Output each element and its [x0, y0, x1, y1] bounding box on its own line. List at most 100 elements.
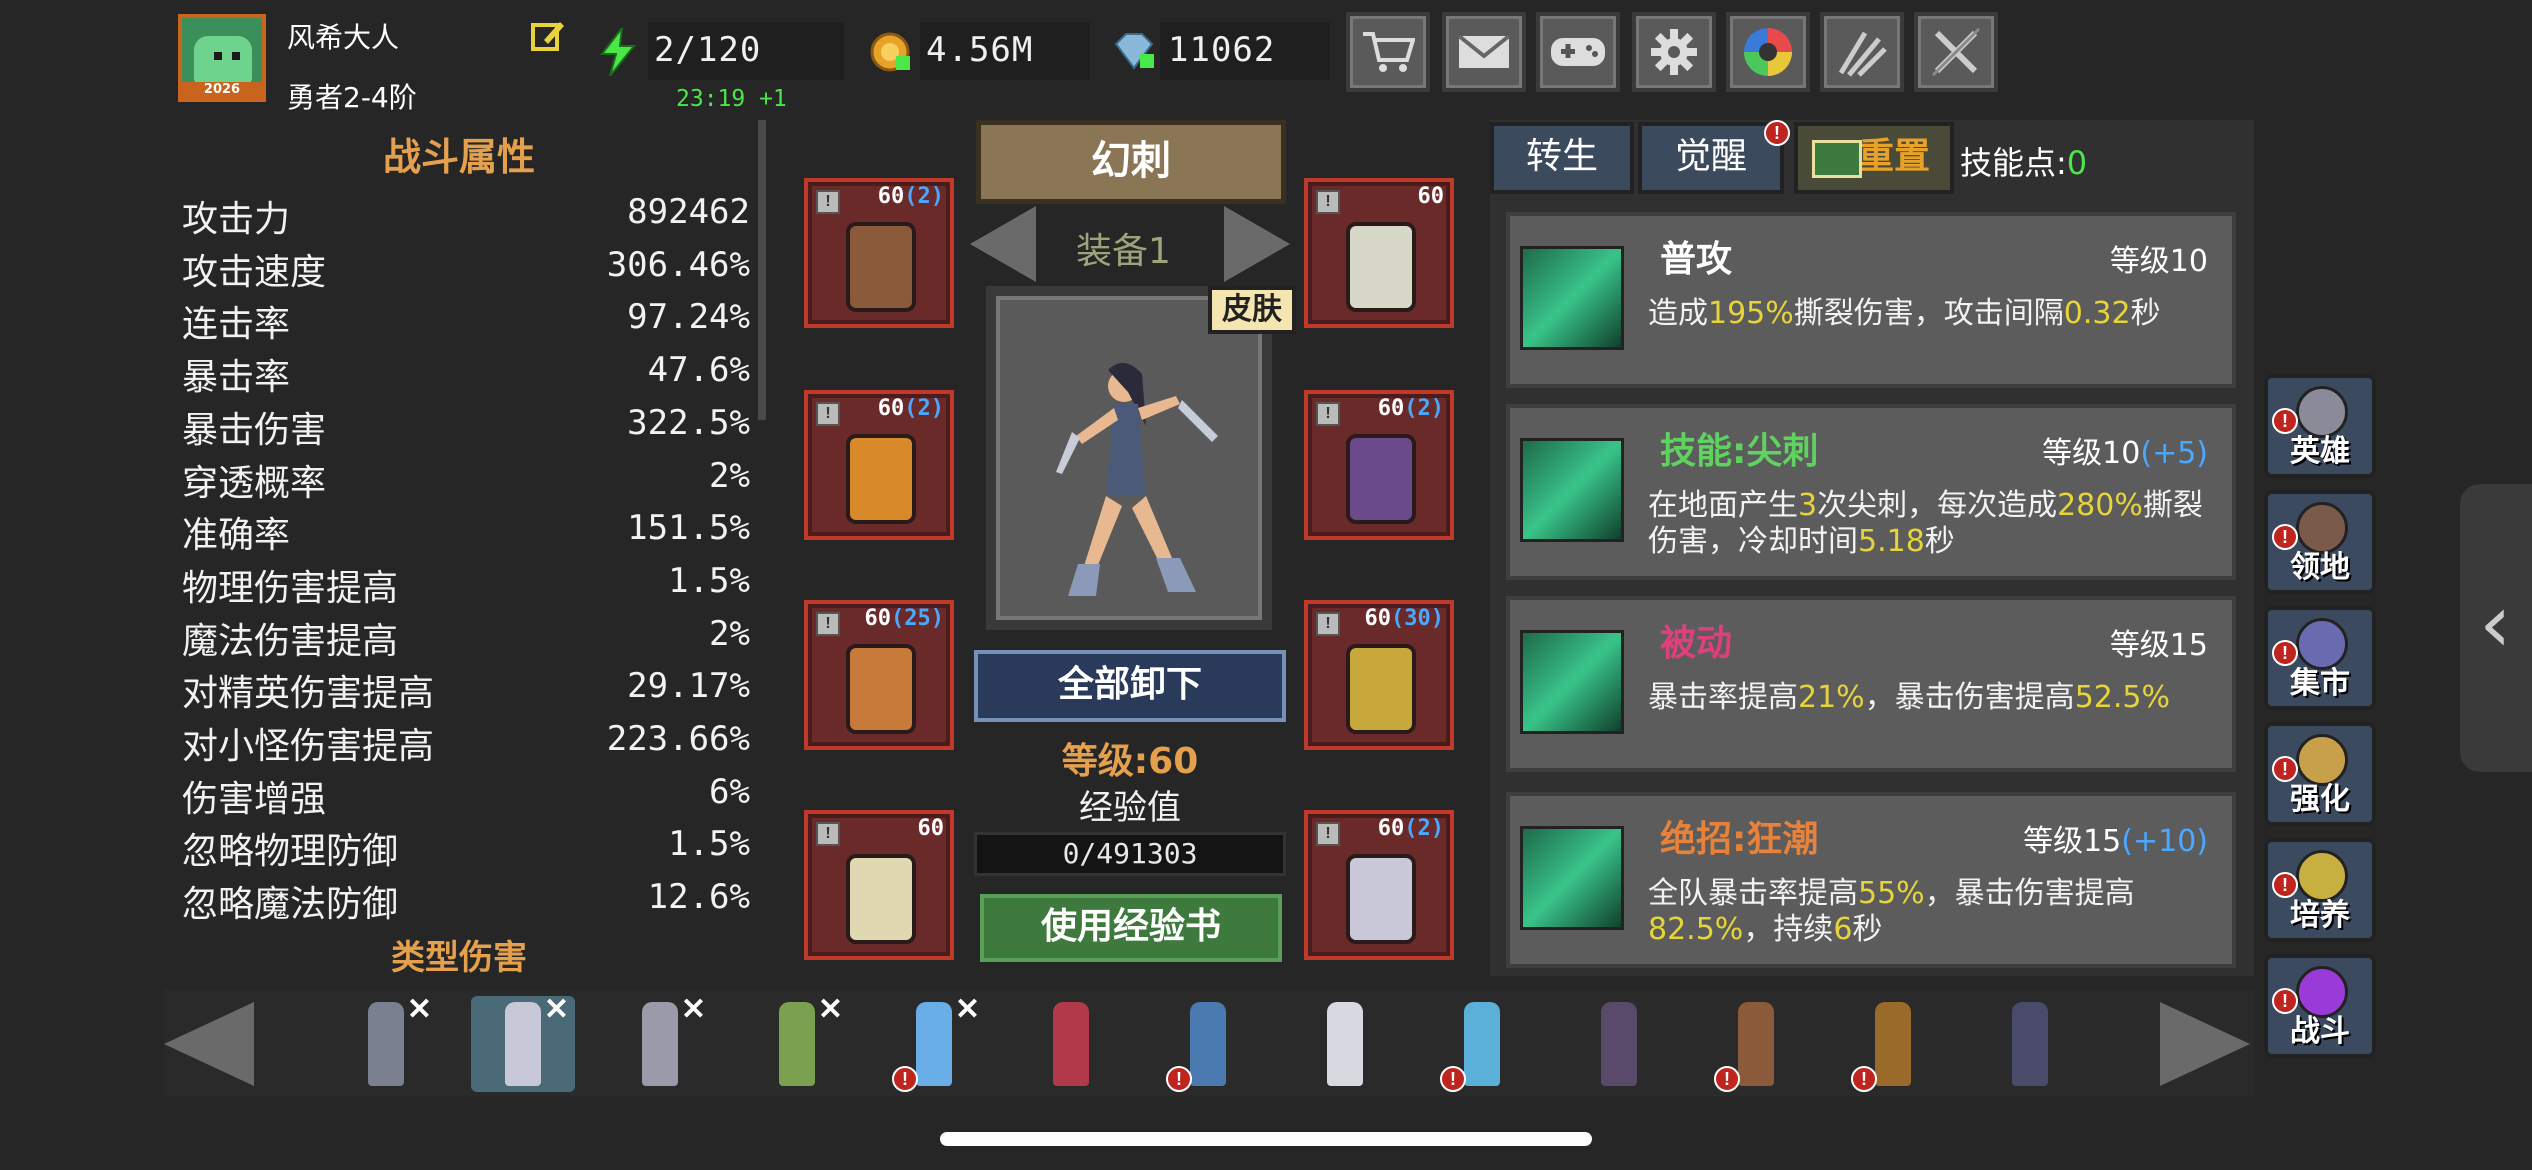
- unequip-all-button[interactable]: 全部卸下: [974, 650, 1286, 722]
- hero-figure: [505, 1002, 541, 1086]
- diamond-icon: [1112, 32, 1156, 72]
- equip-level-value: 60: [877, 396, 905, 421]
- equip-slot-helmet[interactable]: ! 60(2): [804, 178, 954, 328]
- hero-portrait-item[interactable]: !: [1841, 996, 1945, 1092]
- skill-card[interactable]: 被动 等级15 暴击率提高21%，暴击伤害提高52.5%: [1506, 596, 2236, 772]
- hero-portrait-item[interactable]: [1019, 996, 1123, 1092]
- amulet-icon: [1346, 222, 1416, 312]
- skill-desc-part: 造成: [1648, 296, 1708, 331]
- equip-slot-boots[interactable]: ! 60: [804, 810, 954, 960]
- awaken-tab[interactable]: 觉醒 !: [1638, 120, 1790, 194]
- skill-desc-part: 82.5%: [1648, 912, 1744, 947]
- skill-card[interactable]: 普攻 等级10 造成195%撕裂伤害，攻击间隔0.32秒: [1506, 212, 2236, 388]
- hero-portrait-item[interactable]: ✕: [471, 993, 575, 1092]
- stat-name: 暴击伤害: [182, 409, 327, 451]
- skin-button[interactable]: 皮肤: [1208, 286, 1296, 334]
- stats-scrollbar[interactable]: [758, 120, 766, 420]
- equip-slot-weapon[interactable]: ! 60(2): [1304, 810, 1454, 960]
- collapse-panel-button[interactable]: ‹: [2460, 484, 2532, 772]
- remove-hero-icon[interactable]: ✕: [955, 992, 980, 1027]
- stat-value: 306.46%: [606, 244, 750, 285]
- hero-portrait-item[interactable]: ✕!: [882, 993, 986, 1092]
- remove-hero-icon[interactable]: ✕: [407, 992, 432, 1027]
- next-equip-set-arrow[interactable]: [1224, 206, 1290, 282]
- side-nav-5[interactable]: ! 战斗: [2264, 954, 2376, 1058]
- gallery-button[interactable]: [1726, 12, 1810, 92]
- hero-portrait-item[interactable]: ✕: [334, 993, 438, 1092]
- side-nav-2[interactable]: ! 集市: [2264, 606, 2376, 710]
- hero-portrait-item[interactable]: [1293, 996, 1397, 1092]
- lock-icon: !: [816, 190, 840, 214]
- edit-name-icon[interactable]: [530, 18, 566, 54]
- stat-value: 322.5%: [627, 402, 750, 443]
- assassin-figure: [1056, 362, 1218, 596]
- hero-portrait-item[interactable]: [1978, 996, 2082, 1092]
- prev-hero-arrow[interactable]: [164, 1002, 254, 1086]
- rebirth-tab[interactable]: 转生: [1490, 122, 1634, 194]
- stat-name: 忽略物理防御: [182, 831, 399, 873]
- equip-slot-pants[interactable]: ! 60(25): [804, 600, 954, 750]
- side-nav-4[interactable]: ! 培养: [2264, 838, 2376, 942]
- skill-card[interactable]: 技能:尖刺 等级10(+5) 在地面产生3次尖刺，每次造成280%撕裂伤害，冷却时间…: [1506, 404, 2236, 580]
- home-indicator[interactable]: [940, 1132, 1592, 1146]
- next-hero-arrow[interactable]: [2160, 1002, 2250, 1086]
- gamepad-button[interactable]: [1536, 12, 1620, 92]
- skill-level: 等级15(+10): [2023, 816, 2208, 860]
- side-nav-label: 集市: [2290, 666, 2350, 701]
- equip-level-value: 60: [917, 816, 945, 841]
- type-damage-title: 类型伤害: [391, 938, 527, 978]
- diamond-value: 11062: [1168, 30, 1276, 70]
- use-exp-book-button[interactable]: 使用经验书: [980, 894, 1282, 962]
- skill-desc-part: 0.32: [2063, 296, 2131, 331]
- prev-equip-set-arrow[interactable]: [970, 206, 1036, 282]
- battle-off-button[interactable]: [1914, 12, 1998, 92]
- remove-hero-icon[interactable]: ✕: [544, 992, 569, 1027]
- side-nav-1[interactable]: ! 领地: [2264, 490, 2376, 594]
- hero-portrait-item[interactable]: !: [1156, 996, 1260, 1092]
- skill-desc-part: 5.18: [1858, 524, 1925, 559]
- skills-fx-button[interactable]: [1820, 12, 1904, 92]
- stat-value: 2%: [709, 613, 750, 654]
- equip-slot-gloves[interactable]: ! 60(2): [1304, 390, 1454, 540]
- hero-portrait-item[interactable]: !: [1704, 996, 1808, 1092]
- side-nav-0[interactable]: ! 英雄: [2264, 374, 2376, 478]
- hero-portrait-item[interactable]: ✕: [608, 993, 712, 1092]
- equip-slot-amulet[interactable]: ! 60: [1304, 178, 1454, 328]
- hero-figure: [1327, 1002, 1363, 1086]
- equip-level: 60(30): [1365, 606, 1444, 631]
- player-avatar[interactable]: 2026: [178, 14, 266, 102]
- skill-level-value: 等级10: [2042, 436, 2141, 471]
- reset-button[interactable]: 重置: [1794, 122, 1954, 194]
- hero-figure: [916, 1002, 952, 1086]
- skill-card[interactable]: 绝招:狂潮 等级15(+10) 全队暴击率提高55%，暴击伤害提高 82.5%，持续…: [1506, 792, 2236, 968]
- hero-portrait: [986, 286, 1272, 630]
- side-nav-3[interactable]: ! 强化: [2264, 722, 2376, 826]
- pants-icon: [846, 644, 916, 734]
- stat-name: 攻击力: [182, 199, 291, 240]
- remove-hero-icon[interactable]: ✕: [681, 992, 706, 1027]
- hero-portrait-item[interactable]: [1567, 996, 1671, 1092]
- player-rank: 勇者2-4阶: [287, 81, 417, 114]
- settings-button[interactable]: [1632, 12, 1716, 92]
- skill-level-value: 等级15: [2109, 628, 2208, 663]
- stat-value: 1.5%: [668, 824, 750, 865]
- shop-button[interactable]: [1346, 12, 1430, 92]
- equip-slot-armor[interactable]: ! 60(2): [804, 390, 954, 540]
- hero-figure: [368, 1002, 404, 1086]
- equip-level-value: 60: [1417, 184, 1445, 209]
- hero-portrait-item[interactable]: ✕: [745, 993, 849, 1092]
- skill-name: 绝招:狂潮: [1660, 819, 1819, 860]
- skill-desc-part: 秒: [2130, 296, 2161, 331]
- remove-hero-icon[interactable]: ✕: [818, 992, 843, 1027]
- gloves-icon: [1346, 434, 1416, 524]
- skill-description: 暴击率提高21%，暴击伤害提高52.5%: [1648, 680, 2208, 716]
- equip-slot-ring[interactable]: ! 60(30): [1304, 600, 1454, 750]
- hero-figure: [1738, 1002, 1774, 1086]
- awaken-tab-label: 觉醒: [1674, 136, 1747, 177]
- mail-button[interactable]: [1442, 12, 1526, 92]
- skill-description: 全队暴击率提高55%，暴击伤害提高 82.5%，持续6秒: [1648, 876, 2208, 948]
- lock-icon: !: [1316, 190, 1340, 214]
- equip-level: 60(2): [1378, 396, 1444, 421]
- avatar-creature: [194, 36, 252, 86]
- hero-portrait-item[interactable]: !: [1430, 996, 1534, 1092]
